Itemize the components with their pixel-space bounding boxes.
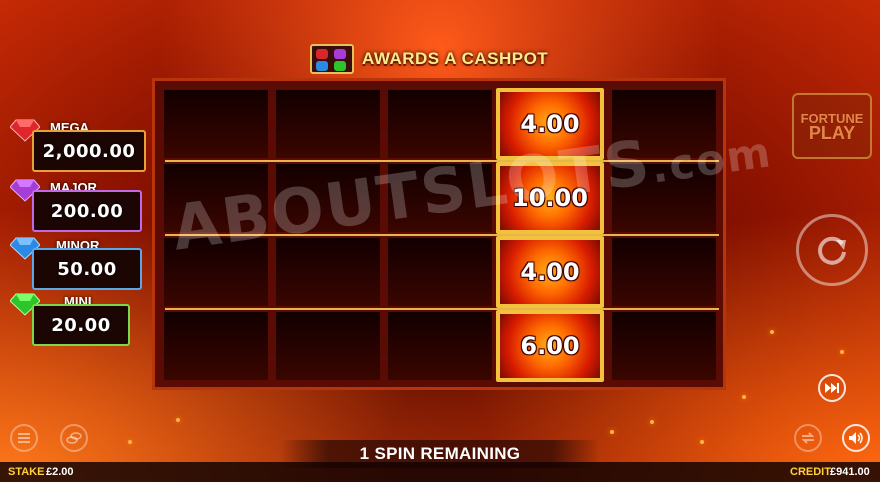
jackpot-value-box: 2,000.00	[32, 130, 146, 172]
jackpot-value-box: 200.00	[32, 190, 142, 232]
jackpot-value: 200.00	[50, 200, 124, 222]
coins-icon	[66, 432, 82, 444]
four-gems-icon	[310, 44, 354, 74]
jackpot-value: 50.00	[57, 258, 117, 280]
prize-value: 4.00	[520, 110, 580, 138]
grid-cell	[388, 238, 492, 306]
autoplay-icon	[801, 432, 815, 444]
stake-value: £2.00	[46, 466, 74, 478]
grid-cell	[276, 312, 380, 380]
spin-button[interactable]	[796, 214, 868, 286]
grid-cell	[164, 90, 268, 158]
grid-cell	[164, 312, 268, 380]
fast-forward-icon	[825, 383, 839, 393]
grid-cell	[388, 312, 492, 380]
cashpot-prize-cell: 4.00	[496, 236, 604, 308]
grid-cell	[276, 90, 380, 158]
spin-arrow-icon	[818, 236, 846, 265]
hamburger-icon	[18, 433, 30, 443]
turbo-button[interactable]	[818, 374, 846, 402]
prize-value: 4.00	[520, 258, 580, 286]
sound-button[interactable]	[842, 424, 870, 452]
credit-label: CREDIT	[790, 466, 831, 478]
prize-value: 6.00	[520, 332, 580, 360]
fortune-play-button[interactable]: FORTUNE PLAY	[792, 93, 872, 159]
spins-remaining-text: 1 SPIN REMAINING	[359, 444, 521, 463]
logo-line-2: PLAY	[808, 123, 856, 143]
cashpot-header: AWARDS A CASHPOT	[310, 44, 548, 74]
grid-cell	[388, 90, 492, 158]
autoplay-button[interactable]	[794, 424, 822, 452]
menu-button[interactable]	[10, 424, 38, 452]
grid-cell	[612, 312, 716, 380]
jackpot-value: 2,000.00	[42, 140, 136, 162]
credit-value: £941.00	[830, 466, 870, 478]
jackpot-value: 20.00	[51, 314, 111, 336]
cashpot-prize-cell: 6.00	[496, 310, 604, 382]
stake-label: STAKE	[8, 466, 45, 478]
footer-bar: STAKE £2.00 CREDIT £941.00	[0, 462, 880, 482]
jackpot-value-box: 20.00	[32, 304, 130, 346]
speaker-icon	[849, 432, 863, 444]
jackpot-value-box: 50.00	[32, 248, 142, 290]
header-title: AWARDS A CASHPOT	[362, 49, 549, 68]
row-divider	[165, 308, 719, 310]
stake-button[interactable]	[60, 424, 88, 452]
watermark-suffix: .com	[647, 127, 776, 193]
grid-cell	[612, 238, 716, 306]
